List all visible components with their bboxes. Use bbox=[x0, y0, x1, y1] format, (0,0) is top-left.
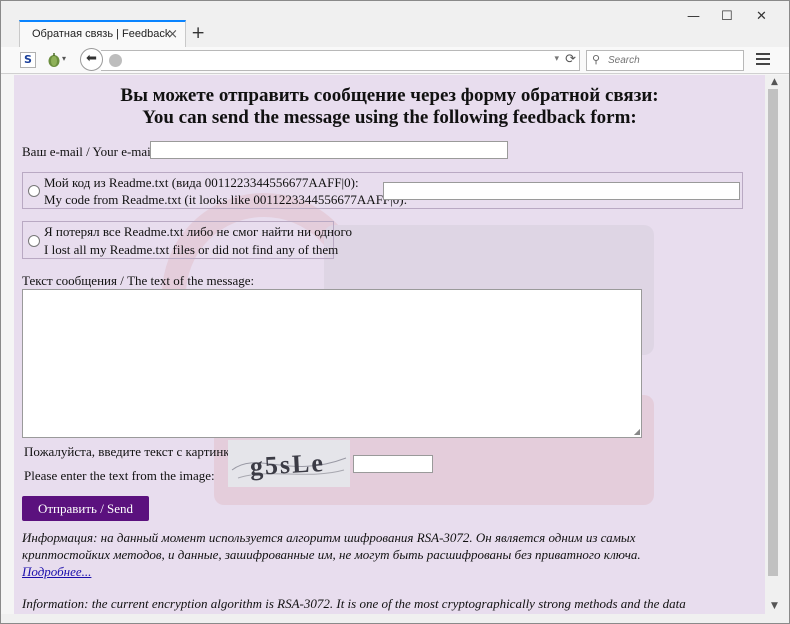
captcha-label-en: Please enter the text from the image: bbox=[24, 468, 215, 483]
info-en-line1: Information: the current encryption algo… bbox=[22, 596, 686, 611]
code-option-box: Мой код из Readme.txt (вида 001122334455… bbox=[22, 172, 743, 209]
tab-title: Обратная связь | Feedback bbox=[32, 28, 171, 40]
new-tab-icon[interactable]: + bbox=[191, 23, 205, 43]
tab-feedback[interactable]: Обратная связь | Feedback × bbox=[19, 20, 186, 47]
browser-window: Обратная связь | Feedback × + — ☐ ✕ S ▾ … bbox=[0, 0, 790, 624]
captcha-image: g5sLe bbox=[228, 440, 350, 487]
code-field[interactable] bbox=[383, 182, 740, 200]
info-ru-line1: Информация: на данный момент используетс… bbox=[22, 530, 636, 545]
code-option-radio[interactable] bbox=[28, 185, 40, 197]
minimize-icon[interactable]: — bbox=[687, 9, 700, 24]
scroll-down-icon[interactable]: ▼ bbox=[771, 601, 778, 611]
maximize-icon[interactable]: ☐ bbox=[721, 9, 733, 24]
scroll-thumb[interactable] bbox=[768, 89, 778, 576]
url-dropdown-icon[interactable]: ▾ bbox=[554, 54, 559, 64]
message-label: Текст сообщения / The text of the messag… bbox=[22, 273, 255, 288]
page-content: Вы можете отправить сообщение через форм… bbox=[14, 75, 765, 614]
lost-option-label-en: I lost all my Readme.txt files or did no… bbox=[44, 242, 339, 257]
vertical-scrollbar[interactable]: ▲ ▼ bbox=[765, 75, 789, 614]
globe-icon bbox=[109, 54, 122, 67]
lost-option-box: Я потерял все Readme.txt либо не смог на… bbox=[22, 221, 352, 259]
close-window-icon[interactable]: ✕ bbox=[756, 9, 767, 24]
captcha-label-ru: Пожалуйста, введите текст с картинки: bbox=[24, 444, 241, 459]
more-link[interactable]: Подробнее... bbox=[22, 564, 91, 580]
resize-grip-icon[interactable]: ◢ bbox=[634, 427, 640, 436]
lost-option-radio[interactable] bbox=[28, 235, 40, 247]
s-icon[interactable]: S bbox=[20, 52, 36, 68]
info-ru-line2: криптостойких методов, и данные, зашифро… bbox=[22, 547, 641, 562]
captcha-text: g5sLe bbox=[249, 448, 325, 481]
tab-close-icon[interactable]: × bbox=[167, 27, 178, 42]
captcha-input[interactable] bbox=[353, 455, 433, 473]
url-bar[interactable]: ▾ ⟳ bbox=[101, 50, 580, 71]
window-bottom-edge bbox=[1, 614, 789, 623]
search-bar[interactable]: ⚲ bbox=[586, 50, 744, 71]
code-option-label-en: My code from Readme.txt (it looks like 0… bbox=[44, 192, 408, 207]
send-button[interactable]: Отправить / Send bbox=[22, 496, 149, 521]
email-label: Ваш e-mail / Your e-mail: bbox=[22, 144, 159, 159]
menu-icon[interactable] bbox=[756, 53, 770, 65]
email-field[interactable] bbox=[150, 141, 508, 159]
tab-bar: Обратная связь | Feedback × + — ☐ ✕ bbox=[1, 1, 789, 47]
heading-en: You can send the message using the follo… bbox=[142, 107, 637, 128]
scroll-up-icon[interactable]: ▲ bbox=[771, 77, 778, 87]
reload-icon[interactable]: ⟳ bbox=[565, 52, 576, 67]
message-textarea[interactable]: ◢ bbox=[22, 289, 642, 438]
onion-icon[interactable]: ▾ bbox=[46, 51, 66, 69]
search-icon: ⚲ bbox=[592, 53, 601, 66]
search-input[interactable] bbox=[606, 52, 736, 69]
code-option-label-ru: Мой код из Readme.txt (вида 001122334455… bbox=[44, 175, 359, 190]
back-arrow-icon[interactable]: ⬅ bbox=[80, 48, 103, 71]
lost-option-label-ru: Я потерял все Readme.txt либо не смог на… bbox=[44, 224, 353, 239]
heading-ru: Вы можете отправить сообщение через форм… bbox=[120, 85, 659, 106]
nav-bar: S ▾ ▾ ⟳ ⬅ ⚲ bbox=[1, 47, 789, 74]
